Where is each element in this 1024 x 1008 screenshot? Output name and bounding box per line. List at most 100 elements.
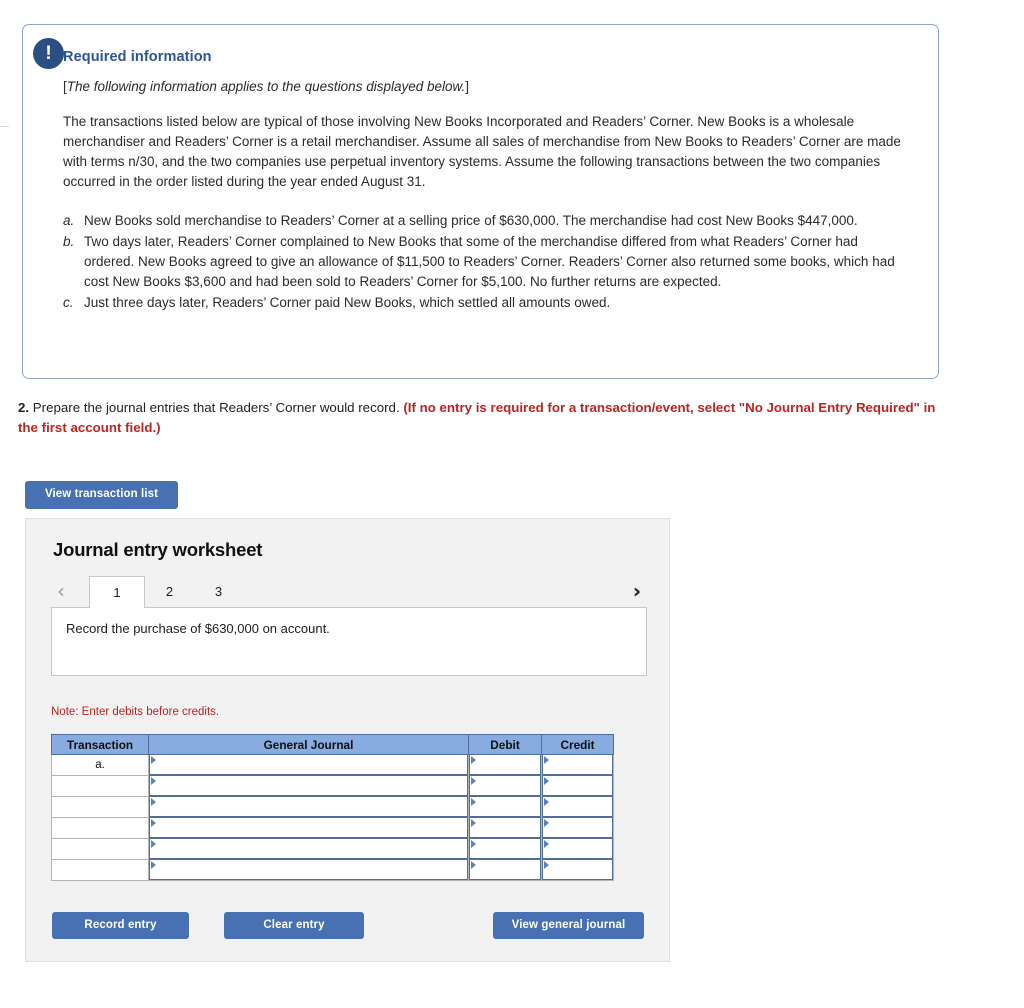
cell-credit[interactable] (541, 817, 614, 839)
tab-2[interactable]: 2 (145, 576, 194, 608)
cell-transaction (51, 817, 149, 839)
caret-right-icon (471, 861, 476, 869)
credit-input[interactable] (542, 817, 613, 838)
clear-entry-button[interactable]: Clear entry (224, 912, 364, 939)
applies-note: [The following information applies to th… (63, 79, 910, 94)
general-journal-select[interactable] (149, 859, 468, 880)
debit-input[interactable] (469, 754, 541, 775)
cell-debit[interactable] (468, 817, 542, 839)
credit-input[interactable] (542, 754, 613, 775)
caret-right-icon (151, 798, 156, 806)
caret-right-icon (544, 861, 549, 869)
caret-right-icon (544, 819, 549, 827)
tab-1[interactable]: 1 (89, 576, 145, 608)
question-number: 2. (18, 400, 30, 415)
question-prompt: 2. Prepare the journal entries that Read… (18, 398, 938, 438)
cell-credit[interactable] (541, 796, 614, 818)
required-information-card: ! Required information [The following in… (22, 24, 939, 379)
caret-right-icon (471, 756, 476, 764)
cell-general-journal[interactable] (148, 838, 469, 860)
credit-input[interactable] (542, 775, 613, 796)
caret-right-icon (151, 861, 156, 869)
cell-general-journal[interactable] (148, 775, 469, 797)
list-item-text: New Books sold merchandise to Readers’ C… (84, 213, 858, 229)
credit-input[interactable] (542, 838, 613, 859)
general-journal-select[interactable] (149, 775, 468, 796)
question-text: Prepare the journal entries that Readers… (32, 400, 400, 415)
worksheet-prompt-text: Record the purchase of $630,000 on accou… (66, 621, 330, 636)
caret-right-icon (544, 777, 549, 785)
general-journal-select[interactable] (149, 838, 468, 859)
list-item-marker: c. (63, 294, 74, 310)
caret-right-icon (471, 840, 476, 848)
worksheet-prompt-box: Record the purchase of $630,000 on accou… (51, 607, 647, 676)
debit-input[interactable] (469, 796, 541, 817)
cell-general-journal[interactable] (148, 859, 469, 881)
debit-input[interactable] (469, 838, 541, 859)
cell-debit[interactable] (468, 775, 542, 797)
cell-transaction: a. (51, 754, 149, 776)
column-header-general-journal: General Journal (148, 734, 469, 755)
column-header-credit: Credit (541, 734, 614, 755)
credit-input[interactable] (542, 796, 613, 817)
credit-input[interactable] (542, 859, 613, 880)
list-item-text: Just three days later, Readers’ Corner p… (84, 294, 611, 310)
cell-debit[interactable] (468, 838, 542, 860)
cell-debit[interactable] (468, 859, 542, 881)
chevron-left-icon[interactable]: ‹ (51, 578, 71, 604)
cell-general-journal[interactable] (148, 817, 469, 839)
tab-3[interactable]: 3 (194, 576, 243, 608)
scenario-paragraph: The transactions listed below are typica… (63, 114, 901, 189)
exclamation-icon: ! (33, 38, 64, 69)
cell-credit[interactable] (541, 859, 614, 881)
debit-input[interactable] (469, 817, 541, 838)
cell-general-journal[interactable] (148, 754, 469, 776)
worksheet-tabbar: ‹ 1 2 3 › (51, 576, 647, 608)
table-header-row: Transaction General Journal Debit Credit (51, 734, 614, 755)
debit-input[interactable] (469, 775, 541, 796)
caret-right-icon (544, 798, 549, 806)
view-transaction-list-button[interactable]: View transaction list (25, 481, 178, 509)
caret-right-icon (151, 819, 156, 827)
record-entry-button[interactable]: Record entry (52, 912, 189, 939)
required-information-title: Required information (63, 49, 212, 65)
transaction-list: a. New Books sold merchandise to Readers’… (63, 211, 910, 312)
chevron-right-icon[interactable]: › (627, 578, 647, 604)
cell-transaction (51, 859, 149, 881)
general-journal-select[interactable] (149, 817, 468, 838)
cell-debit[interactable] (468, 796, 542, 818)
debits-before-credits-note: Note: Enter debits before credits. (51, 706, 220, 718)
list-item-marker: a. (63, 213, 75, 229)
caret-right-icon (471, 777, 476, 785)
cell-credit[interactable] (541, 754, 614, 776)
applies-note-text: The following information applies to the… (66, 79, 466, 94)
list-item: a. New Books sold merchandise to Readers’… (63, 211, 910, 231)
caret-right-icon (471, 819, 476, 827)
table-row (51, 838, 614, 860)
bracket-close: ] (465, 79, 470, 94)
journal-entry-table: Transaction General Journal Debit Credit… (51, 734, 614, 881)
list-item-text: Two days later, Readers’ Corner complain… (84, 234, 895, 289)
table-row (51, 817, 614, 839)
caret-right-icon (151, 777, 156, 785)
cell-credit[interactable] (541, 775, 614, 797)
cell-credit[interactable] (541, 838, 614, 860)
list-item-marker: b. (63, 234, 75, 250)
view-general-journal-button[interactable]: View general journal (493, 912, 644, 939)
list-item: b. Two days later, Readers’ Corner compla… (63, 232, 910, 292)
cell-transaction (51, 838, 149, 860)
debit-input[interactable] (469, 859, 541, 880)
column-header-transaction: Transaction (51, 734, 149, 755)
cell-debit[interactable] (468, 754, 542, 776)
cell-general-journal[interactable] (148, 796, 469, 818)
general-journal-select[interactable] (149, 754, 468, 775)
required-information-body: Required information [The following info… (23, 25, 938, 313)
caret-right-icon (544, 756, 549, 764)
cell-transaction (51, 775, 149, 797)
caret-right-icon (544, 840, 549, 848)
caret-right-icon (151, 840, 156, 848)
general-journal-select[interactable] (149, 796, 468, 817)
journal-entry-worksheet-card: Journal entry worksheet ‹ 1 2 3 › Record… (25, 518, 670, 962)
journal-table-body: a. (51, 754, 614, 881)
caret-right-icon (471, 798, 476, 806)
